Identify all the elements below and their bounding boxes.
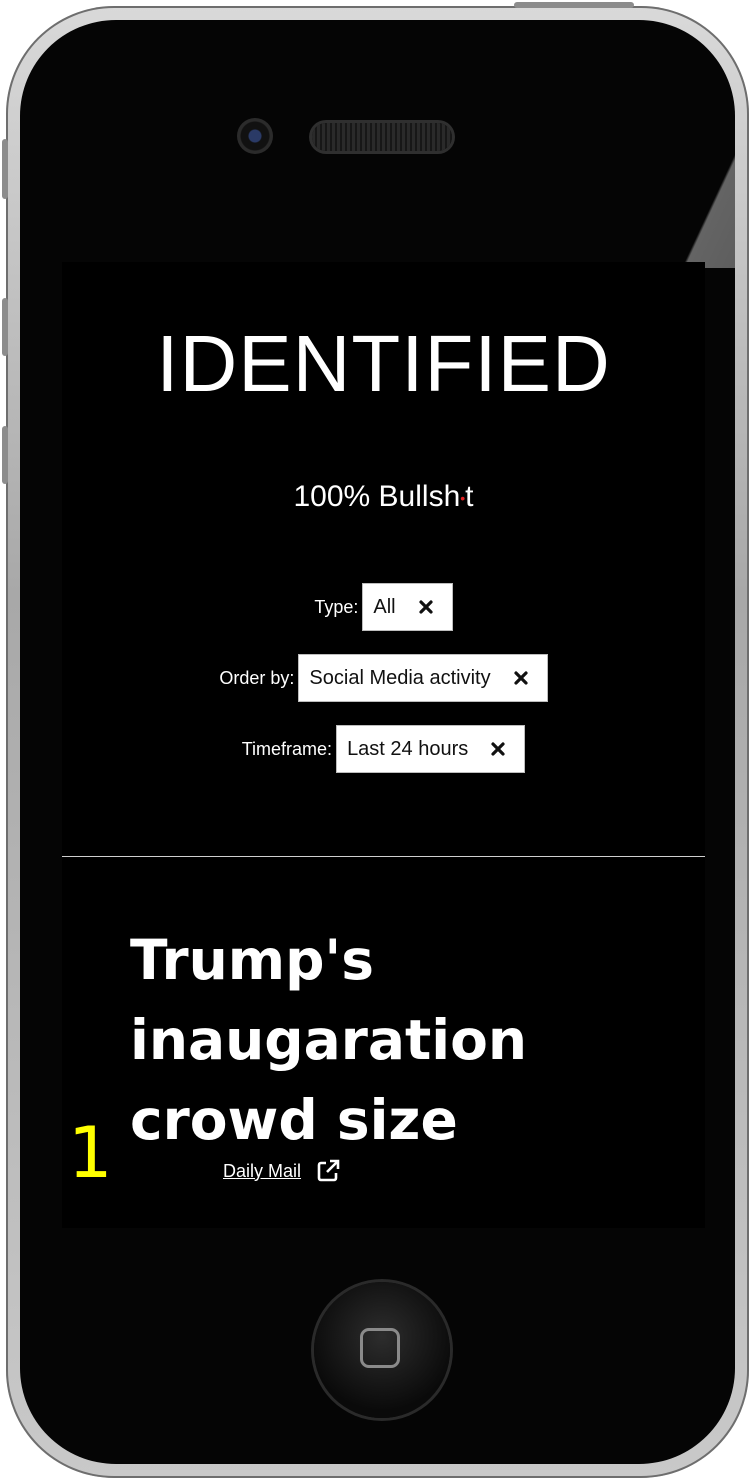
- filter-timeframe-select[interactable]: Last 24 hours: [336, 725, 526, 773]
- close-icon[interactable]: [418, 599, 434, 615]
- filter-order-label: Order by:: [219, 667, 295, 688]
- filter-panel: Type: All Order by: Social Media activit…: [62, 582, 705, 795]
- section-divider: [62, 856, 705, 857]
- volume-down-button: [2, 426, 8, 484]
- filter-order-select[interactable]: Social Media activity: [298, 654, 548, 702]
- filter-type: Type: All: [62, 582, 705, 632]
- close-icon[interactable]: [490, 741, 506, 757]
- story-source: Daily Mail: [223, 1158, 341, 1184]
- filter-order-value: Social Media activity: [309, 666, 491, 689]
- source-link[interactable]: Daily Mail: [223, 1161, 301, 1182]
- filter-type-label: Type:: [314, 596, 359, 617]
- filter-timeframe-value: Last 24 hours: [347, 737, 469, 760]
- earpiece-speaker: [312, 123, 452, 151]
- subtitle-suffix: t: [465, 480, 474, 513]
- story-rank: 1: [68, 1112, 113, 1194]
- filter-timeframe: Timeframe: Last 24 hours: [62, 724, 705, 774]
- home-square-icon: [360, 1328, 400, 1368]
- filter-timeframe-label: Timeframe:: [241, 738, 333, 759]
- filter-order: Order by: Social Media activity: [62, 653, 705, 703]
- volume-up-button: [2, 298, 8, 356]
- external-link-icon[interactable]: [315, 1158, 341, 1184]
- app-screen: IDENTIFIED 100% Bullsh•t Type: All Order…: [62, 262, 705, 1228]
- home-button[interactable]: [314, 1282, 450, 1418]
- story-title[interactable]: Trump's inaugaration crowd size: [130, 920, 630, 1160]
- subtitle-prefix: 100% Bullsh: [293, 480, 461, 513]
- filter-type-value: All: [373, 595, 396, 618]
- close-icon[interactable]: [513, 670, 529, 686]
- side-button-top: [2, 139, 8, 199]
- front-camera: [237, 118, 273, 154]
- filter-type-select[interactable]: All: [362, 583, 453, 631]
- page-title: IDENTIFIED: [156, 319, 611, 408]
- power-button: [514, 2, 634, 8]
- page-subtitle: 100% Bullsh•t: [62, 480, 705, 514]
